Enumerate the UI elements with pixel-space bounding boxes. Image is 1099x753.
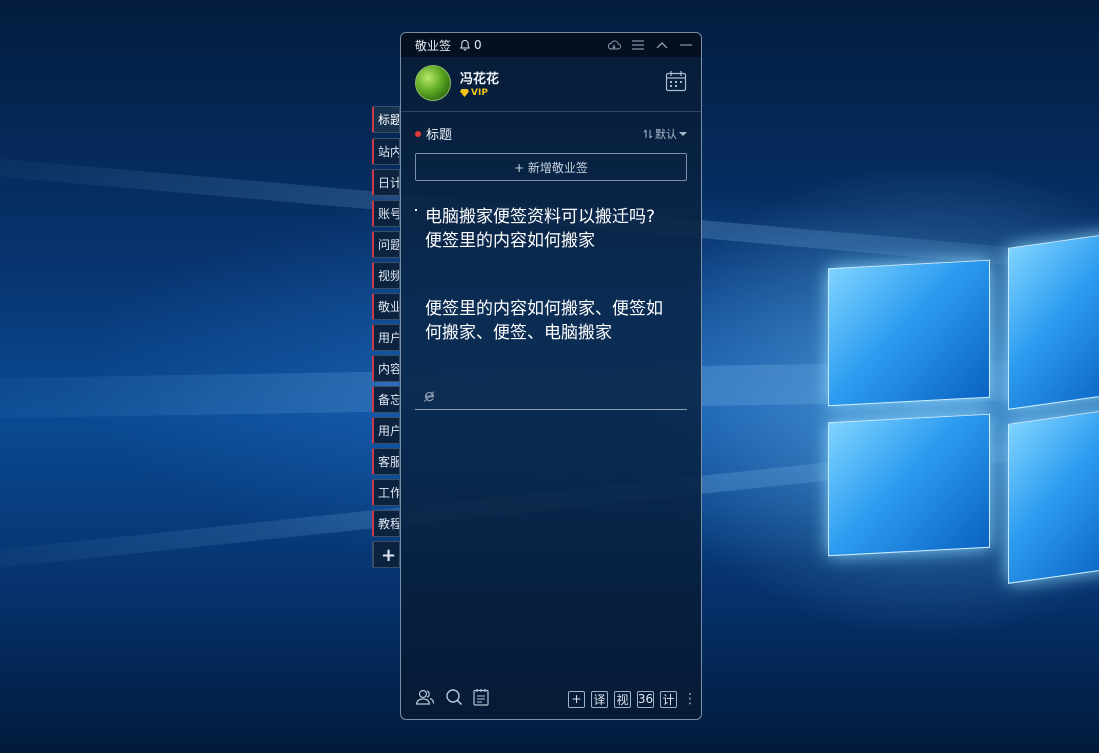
vip-badge: VIP (460, 88, 499, 98)
minimize-button[interactable] (679, 38, 693, 52)
caret-down-icon (679, 131, 687, 136)
category-tab[interactable]: 问题 (372, 231, 400, 258)
translate-button[interactable]: 译 (591, 690, 608, 708)
note-text-line: 电脑搬家便签资料可以搬迁吗? (425, 207, 656, 227)
new-note-button[interactable]: + 新增敬业签 (415, 153, 687, 181)
sort-label: 默认 (655, 127, 677, 141)
category-tab[interactable]: 用户 (372, 417, 400, 444)
collapse-button[interactable] (655, 38, 669, 52)
menu-icon (632, 40, 644, 50)
category-tab[interactable]: 教程 (372, 510, 400, 537)
minimize-icon (680, 44, 692, 46)
category-tab[interactable]: 用户 (372, 324, 400, 351)
note-item[interactable]: 电脑搬家便签资料可以搬迁吗? 便签里的内容如何搬家 便签里的内容如何搬家、便签如… (415, 181, 687, 345)
cloud-icon (607, 40, 621, 50)
windows-logo (820, 228, 1099, 588)
add-category-button[interactable]: + (372, 541, 400, 568)
category-tab[interactable]: 站内 (372, 138, 400, 165)
bell-icon (459, 39, 471, 51)
more-options-icon[interactable]: ⋮ (683, 692, 697, 706)
vip-label: VIP (471, 88, 488, 98)
chevron-up-icon (656, 42, 668, 49)
search-icon (446, 689, 463, 706)
sort-dropdown[interactable]: 默认 (643, 126, 687, 142)
calendar-button[interactable] (665, 70, 687, 96)
note-bullet (415, 209, 417, 211)
view-button[interactable]: 视 (614, 690, 631, 708)
calendar-icon (665, 71, 687, 92)
section-header: 标题 默认 (401, 112, 701, 143)
add-button[interactable]: + (568, 690, 585, 708)
category-tab[interactable]: 日计 (372, 169, 400, 196)
note-text-line: 何搬家、便签、电脑搬家 (425, 323, 612, 343)
user-header: 冯花花 VIP (401, 57, 701, 112)
category-tab[interactable]: 工作 (372, 479, 400, 506)
calculator-button[interactable]: 计 (660, 690, 677, 708)
category-tab[interactable]: 备忘 (372, 386, 400, 413)
sort-icon (643, 129, 653, 138)
section-color-dot (415, 130, 421, 137)
note-text-line: 便签里的内容如何搬家 (425, 231, 595, 251)
category-tab[interactable]: 账号 (372, 200, 400, 227)
note-window: 敬业签 0 冯花花 VIP 标题 默认 + 新增敬业签 电脑搬家便签资料可以搬迁… (400, 32, 702, 720)
avatar[interactable] (415, 65, 451, 101)
search-button[interactable] (445, 688, 463, 710)
category-tab-biaoti[interactable]: 标题 (372, 106, 400, 133)
people-icon (415, 689, 435, 705)
note-text-line: 便签里的内容如何搬家、便签如 (425, 299, 663, 319)
contacts-button[interactable] (415, 688, 435, 710)
title-bar: 敬业签 0 (401, 33, 701, 57)
note-footer (415, 383, 687, 410)
category-tab[interactable]: 视频 (372, 262, 400, 289)
menu-button[interactable] (631, 38, 645, 52)
category-tab[interactable]: 内容 (372, 355, 400, 382)
counter-button[interactable]: 36 (637, 690, 654, 708)
notification-button[interactable]: 0 (459, 38, 482, 52)
notepad-icon (473, 689, 489, 706)
category-tab[interactable]: 敬业 (372, 293, 400, 320)
cloud-sync-button[interactable] (607, 38, 621, 52)
category-tab[interactable]: 客服 (372, 448, 400, 475)
bottom-toolbar: + 译 视 36 计 ⋮ (401, 679, 701, 719)
section-title: 标题 (426, 128, 453, 143)
user-name: 冯花花 (460, 72, 500, 87)
notification-count: 0 (474, 38, 482, 52)
diamond-icon (460, 89, 469, 97)
app-title: 敬业签 (415, 38, 452, 53)
ie-link-icon[interactable] (423, 390, 436, 403)
notes-list-button[interactable] (473, 688, 489, 710)
